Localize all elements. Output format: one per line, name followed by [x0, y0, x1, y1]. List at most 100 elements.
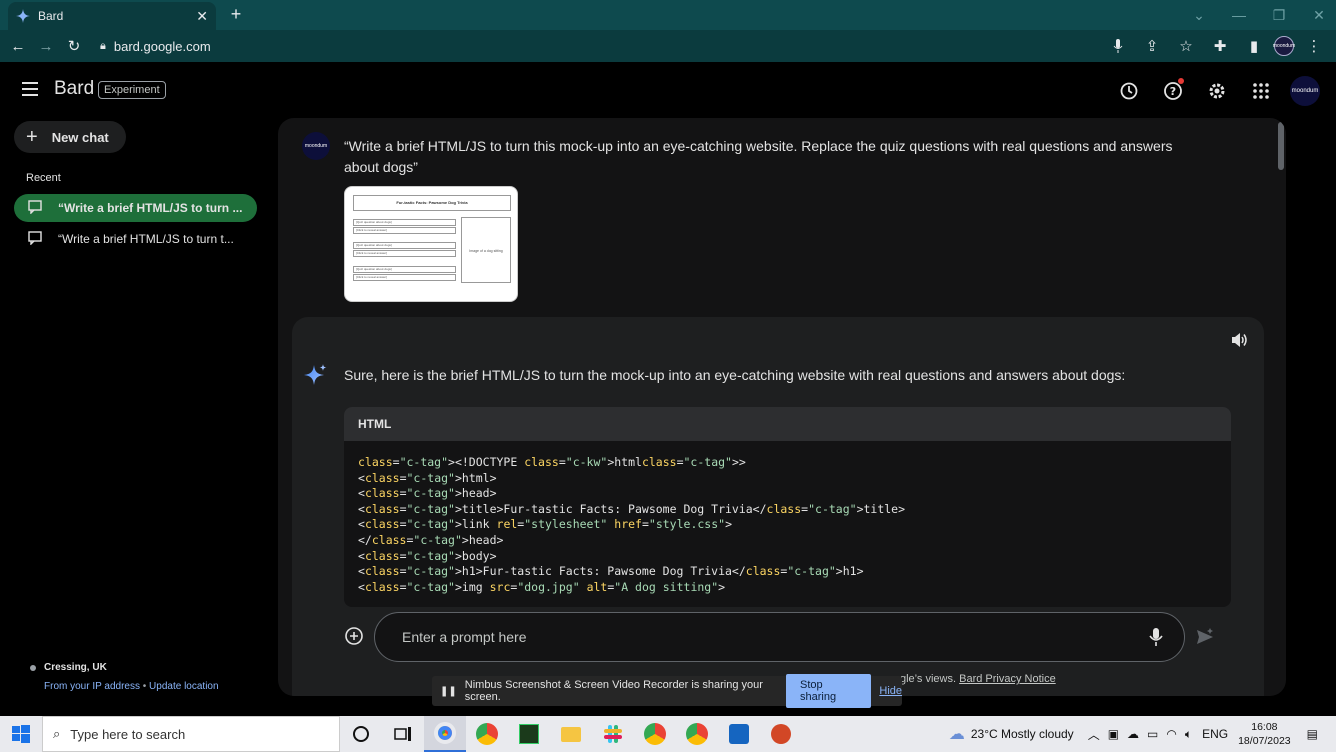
- task-view-icon[interactable]: [382, 716, 424, 752]
- url-text: bard.google.com: [113, 38, 211, 54]
- terminal-app-icon[interactable]: [508, 716, 550, 752]
- wifi-icon[interactable]: ◠: [1166, 727, 1176, 741]
- conversation-panel[interactable]: moondum “Write a brief HTML/JS to turn t…: [278, 118, 1286, 696]
- footer-disclaimer: gle’s views. Bard Privacy Notice: [900, 673, 1056, 685]
- tab-search-icon[interactable]: ⌄: [1190, 7, 1208, 24]
- windows-start-icon[interactable]: [0, 725, 42, 743]
- apps-grid-icon[interactable]: [1246, 76, 1276, 106]
- code-line: <class="c-tag">img src="dog.jpg" alt="A …: [358, 579, 726, 594]
- bard-sparkle-icon: [304, 363, 328, 392]
- mockup-question: [Quiz question about dogs]: [353, 242, 456, 249]
- add-image-icon[interactable]: [344, 626, 364, 651]
- scrollbar-thumb[interactable]: [1278, 122, 1284, 170]
- prompt-input[interactable]: Enter a prompt here: [374, 612, 1185, 662]
- recent-chat-label: “Write a brief HTML/JS to turn ...: [58, 201, 243, 215]
- mockup-answer: [Click to reveal answer]: [353, 227, 456, 234]
- microphone-icon[interactable]: [1104, 32, 1132, 60]
- side-panel-icon[interactable]: ▮: [1240, 32, 1268, 60]
- recent-chat-label: “Write a brief HTML/JS to turn t...: [58, 232, 234, 246]
- user-prompt-text: “Write a brief HTML/JS to turn this mock…: [344, 138, 1173, 175]
- volume-icon[interactable]: 🔈︎: [1185, 727, 1192, 742]
- bard-logo-text: Bard: [54, 78, 95, 99]
- tab-title: Bard: [38, 9, 64, 23]
- code-language-label: HTML: [344, 407, 1231, 441]
- new-tab-button[interactable]: +: [226, 4, 246, 24]
- hamburger-menu-icon[interactable]: [20, 78, 42, 100]
- address-bar[interactable]: 🔒︎ bard.google.com: [94, 33, 1226, 59]
- chat-bubble-icon: [28, 230, 42, 248]
- code-content[interactable]: class="c-tag"><!DOCTYPE class="c-kw">htm…: [344, 441, 1231, 607]
- location-info: Cressing, UK From your IP address • Upda…: [30, 662, 219, 692]
- device-icon[interactable]: ▣: [1108, 727, 1119, 741]
- reload-icon[interactable]: ↻: [60, 32, 88, 60]
- outlook-app-icon[interactable]: [718, 716, 760, 752]
- minimize-icon[interactable]: —: [1230, 7, 1248, 23]
- notification-dot: [1178, 78, 1184, 84]
- bookmark-star-icon[interactable]: ☆: [1172, 32, 1200, 60]
- slack-icon[interactable]: [592, 716, 634, 752]
- extensions-icon[interactable]: ✚: [1206, 32, 1234, 60]
- mockup-answer: [Click to reveal answer]: [353, 250, 456, 257]
- lock-icon: 🔒︎: [100, 39, 106, 52]
- taskbar-search-box[interactable]: ⌕ Type here to search: [42, 716, 340, 752]
- recent-chat-item[interactable]: “Write a brief HTML/JS to turn t...: [14, 225, 257, 253]
- cortana-icon[interactable]: [340, 716, 382, 752]
- mockup-image-placeholder: Image of a dog sitting: [461, 217, 511, 283]
- taskbar-search-placeholder: Type here to search: [70, 726, 186, 742]
- chrome-profile2-taskbar-icon[interactable]: [634, 716, 676, 752]
- browser-profile-avatar[interactable]: moondum: [1273, 36, 1295, 56]
- account-avatar[interactable]: moondum: [1290, 76, 1320, 106]
- back-icon[interactable]: ←: [4, 32, 32, 60]
- notifications-icon[interactable]: ▤: [1307, 727, 1318, 741]
- browser-menu-icon[interactable]: ⋮: [1300, 32, 1328, 60]
- code-line: class="c-tag"><!DOCTYPE class="c-kw">htm…: [358, 455, 746, 469]
- browser-toolbar: ← → ↻ 🔒︎ bard.google.com ⇪ ☆ ✚ ▮ moondum…: [0, 30, 1336, 62]
- location-source-link[interactable]: From your IP address: [44, 681, 140, 692]
- location-name: Cressing, UK: [44, 662, 107, 673]
- sharing-message: Nimbus Screenshot & Screen Video Recorde…: [464, 679, 763, 703]
- chrome-profile-taskbar-icon[interactable]: [466, 716, 508, 752]
- history-icon[interactable]: [1114, 76, 1144, 106]
- powerpoint-icon[interactable]: [760, 716, 802, 752]
- chrome-taskbar-icon[interactable]: [424, 716, 466, 752]
- mockup-question: [Quiz question about dogs]: [353, 266, 456, 273]
- new-chat-button[interactable]: + New chat: [14, 121, 126, 153]
- share-icon[interactable]: ⇪: [1138, 32, 1166, 60]
- code-line: <class="c-tag">link rel="stylesheet" hre…: [358, 517, 733, 532]
- windows-taskbar: ⌕ Type here to search ☁ 23°C Mostly clou…: [0, 716, 1336, 752]
- code-block: HTML class="c-tag"><!DOCTYPE class="c-kw…: [344, 407, 1231, 607]
- file-explorer-icon[interactable]: [550, 716, 592, 752]
- browser-tab[interactable]: Bard ✕: [8, 2, 216, 30]
- microphone-icon[interactable]: [1148, 627, 1164, 652]
- close-tab-icon[interactable]: ✕: [196, 8, 208, 25]
- pause-icon: ❚❚: [440, 685, 457, 697]
- stop-sharing-button[interactable]: Stop sharing: [786, 674, 872, 708]
- footer-note-text: gle’s views.: [900, 673, 957, 685]
- privacy-notice-link[interactable]: Bard Privacy Notice: [959, 673, 1056, 685]
- recent-chat-item[interactable]: “Write a brief HTML/JS to turn ...: [14, 194, 257, 222]
- bard-sparkle-icon: [16, 9, 30, 23]
- hide-banner-link[interactable]: Hide: [879, 685, 902, 697]
- help-icon[interactable]: ?: [1158, 76, 1188, 106]
- forward-icon[interactable]: →: [32, 32, 60, 60]
- chrome-profile3-taskbar-icon[interactable]: [676, 716, 718, 752]
- close-window-icon[interactable]: ✕: [1310, 7, 1328, 24]
- send-icon[interactable]: [1195, 627, 1215, 652]
- battery-icon[interactable]: ▭: [1147, 727, 1158, 741]
- weather-widget[interactable]: ☁ 23°C Mostly cloudy: [949, 724, 1074, 744]
- language-indicator[interactable]: ENG: [1202, 727, 1228, 741]
- update-location-link[interactable]: Update location: [149, 681, 219, 692]
- speaker-icon[interactable]: [1230, 331, 1248, 354]
- mockup-answer: [Click to reveal answer]: [353, 274, 456, 281]
- code-line: <class="c-tag">h1>Fur-tastic Facts: Paws…: [358, 564, 864, 579]
- location-separator: •: [142, 681, 147, 692]
- code-line: <class="c-tag">title>Fur-tastic Facts: P…: [358, 501, 906, 516]
- plus-icon: +: [26, 125, 38, 148]
- restore-icon[interactable]: ❐: [1270, 7, 1288, 24]
- uploaded-mockup-image[interactable]: Fur-tastic Facts: Pawsome Dog Trivia [Qu…: [344, 186, 518, 302]
- onedrive-icon[interactable]: ☁: [1127, 727, 1139, 741]
- show-hidden-icons-icon[interactable]: ︿: [1088, 726, 1100, 743]
- clock[interactable]: 16:08 18/07/2023: [1238, 720, 1291, 748]
- chat-bubble-icon: [28, 199, 42, 217]
- settings-gear-icon[interactable]: [1202, 76, 1232, 106]
